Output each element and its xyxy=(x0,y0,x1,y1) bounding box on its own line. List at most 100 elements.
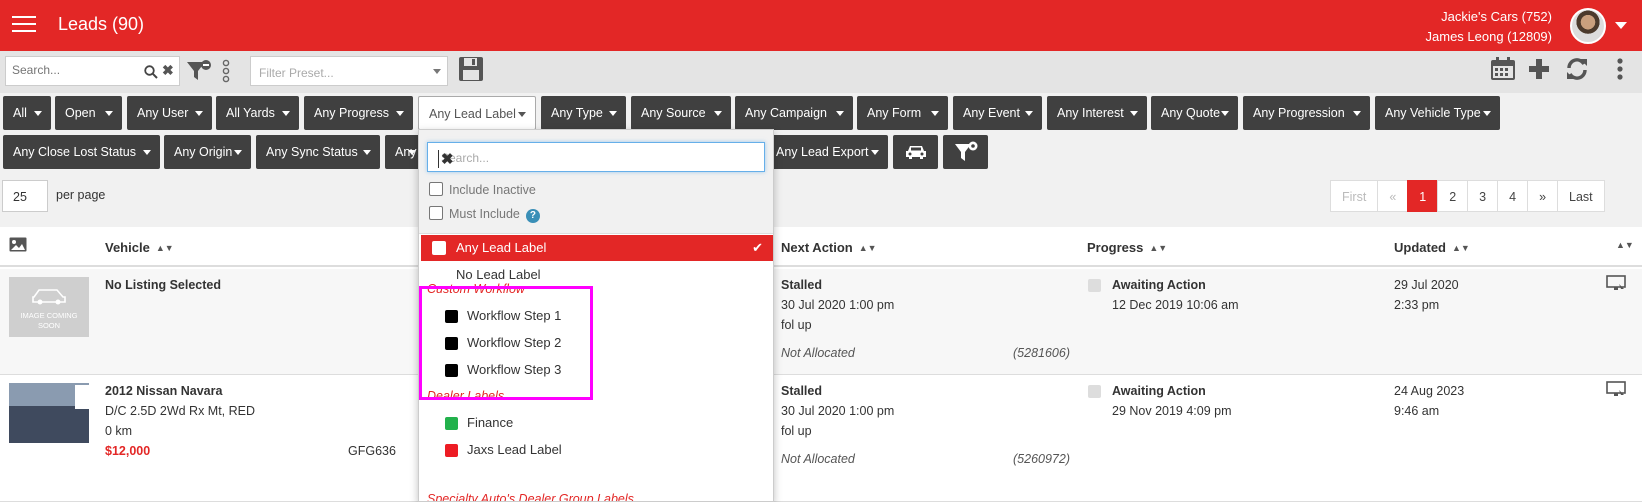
refresh-icon[interactable] xyxy=(1565,57,1589,81)
label-color-swatch xyxy=(445,444,458,457)
sort-icon[interactable]: ▲▼ xyxy=(156,243,174,253)
lead-id: (5260972) xyxy=(1013,452,1070,466)
per-page-input[interactable]: 25 xyxy=(2,180,48,212)
dropdown-search-input[interactable]: Search... ✖ xyxy=(427,142,765,172)
clear-icon[interactable]: ✖ xyxy=(162,63,174,77)
filter-form[interactable]: Any Form xyxy=(857,96,948,130)
filter-status[interactable]: All xyxy=(3,96,51,130)
filter-user[interactable]: Any User xyxy=(127,96,212,130)
page-title: Leads (90) xyxy=(58,14,145,34)
column-vehicle[interactable]: Vehicle ▲▼ xyxy=(105,240,174,255)
table-row[interactable]: 2012 Nissan Navara D/C 2.5D 2Wd Rx Mt, R… xyxy=(0,375,1642,502)
check-icon: ✔ xyxy=(752,240,763,255)
filter-campaign[interactable]: Any Campaign xyxy=(735,96,853,130)
filter-close-lost-status[interactable]: Any Close Lost Status xyxy=(3,135,160,169)
page-first[interactable]: First xyxy=(1330,180,1379,212)
page-4[interactable]: 4 xyxy=(1497,180,1529,212)
filter-yards[interactable]: All Yards xyxy=(216,96,299,130)
allocation-status: Not Allocated xyxy=(781,346,855,360)
monitor-icon[interactable] xyxy=(1606,275,1626,291)
search-icon[interactable] xyxy=(144,65,158,79)
vehicle-name[interactable]: No Listing Selected xyxy=(105,275,221,295)
column-progress[interactable]: Progress ▲▼ xyxy=(1087,240,1167,255)
filter-preset-placeholder: Filter Preset... xyxy=(259,66,334,80)
progress-status: Awaiting Action xyxy=(1112,384,1206,398)
save-icon[interactable] xyxy=(458,56,484,82)
page-last[interactable]: Last xyxy=(1557,180,1605,212)
vehicle-filter-button[interactable] xyxy=(893,135,938,169)
filter-clear-icon[interactable] xyxy=(186,59,212,83)
filter-origin[interactable]: Any Origin xyxy=(164,135,251,169)
progress-checkbox[interactable] xyxy=(1088,279,1101,292)
car-icon xyxy=(905,146,926,159)
calendar-icon[interactable] xyxy=(1490,57,1516,81)
car-placeholder-icon xyxy=(32,289,66,305)
filter-interest[interactable]: Any Interest xyxy=(1047,96,1147,130)
filter-lead-export[interactable]: Any Lead Export xyxy=(766,135,888,169)
page-1[interactable]: 1 xyxy=(1407,180,1439,212)
filter-type[interactable]: Any Type xyxy=(541,96,626,130)
page-next[interactable]: » xyxy=(1527,180,1559,212)
filter-vehicle-type[interactable]: Any Vehicle Type xyxy=(1375,96,1500,130)
vehicle-name[interactable]: 2012 Nissan Navara xyxy=(105,381,222,401)
vehicle-thumbnail[interactable]: IMAGE COMING SOON xyxy=(9,277,89,337)
sort-icon[interactable]: ▲▼ xyxy=(859,243,877,253)
vehicle-thumbnail[interactable] xyxy=(9,383,89,443)
filter-open[interactable]: Open xyxy=(55,96,122,130)
filter-event[interactable]: Any Event xyxy=(953,96,1042,130)
chevron-down-icon[interactable] xyxy=(1615,22,1627,29)
table-row[interactable]: IMAGE COMING SOON No Listing Selected St… xyxy=(0,269,1642,375)
help-icon[interactable]: ? xyxy=(525,209,540,223)
menu-icon[interactable] xyxy=(12,16,36,34)
highlight-box xyxy=(419,286,593,400)
next-action-date: 30 Jul 2020 1:00 pm xyxy=(781,404,895,418)
page-2[interactable]: 2 xyxy=(1437,180,1469,212)
next-action-status: Stalled xyxy=(781,278,822,292)
image-icon xyxy=(9,237,27,252)
advanced-filter-button[interactable] xyxy=(943,135,988,169)
filter-progress[interactable]: Any Progress xyxy=(304,96,413,130)
more-vertical-icon[interactable] xyxy=(1616,57,1624,81)
progress-date: 29 Nov 2019 4:09 pm xyxy=(1112,404,1232,418)
column-vehicle-label: Vehicle xyxy=(105,240,150,255)
filter-sync-status[interactable]: Any Sync Status xyxy=(256,135,380,169)
allocation-status: Not Allocated xyxy=(781,452,855,466)
label-color-swatch xyxy=(445,417,458,430)
page-3[interactable]: 3 xyxy=(1467,180,1499,212)
filter-progression[interactable]: Any Progression xyxy=(1243,96,1370,130)
include-inactive-checkbox[interactable] xyxy=(429,182,443,196)
filter-source[interactable]: Any Source xyxy=(631,96,731,130)
account-switcher[interactable]: Jackie's Cars (752) James Leong (12809) xyxy=(1426,7,1552,47)
page-prev[interactable]: « xyxy=(1377,180,1409,212)
vehicle-detail: D/C 2.5D 2Wd Rx Mt, RED xyxy=(105,404,256,418)
next-action-note: fol up xyxy=(781,318,812,332)
avatar[interactable] xyxy=(1570,8,1606,44)
column-updated[interactable]: Updated ▲▼ xyxy=(1394,240,1470,255)
add-icon[interactable] xyxy=(1528,58,1550,80)
vehicle-km: 0 km xyxy=(105,424,133,438)
filter-lead-label[interactable]: Any Lead Label xyxy=(418,96,536,130)
option-finance[interactable]: Finance xyxy=(421,410,773,436)
must-include-checkbox[interactable] xyxy=(429,206,443,220)
sort-icon[interactable]: ▲▼ xyxy=(1616,240,1634,250)
option-jaxs-lead-label[interactable]: Jaxs Lead Label xyxy=(421,437,773,463)
next-action-status: Stalled xyxy=(781,384,822,398)
next-action-note: fol up xyxy=(781,424,812,438)
progress-checkbox[interactable] xyxy=(1088,385,1101,398)
sort-icon[interactable]: ▲▼ xyxy=(1452,243,1470,253)
stock-number: GFG636 xyxy=(348,444,396,458)
sort-icon[interactable]: ▲▼ xyxy=(1149,243,1167,253)
column-updated-label: Updated xyxy=(1394,240,1446,255)
option-label: Any Lead Label xyxy=(456,240,547,255)
search-input[interactable] xyxy=(12,63,137,77)
search-field[interactable]: ✖ xyxy=(5,56,180,86)
column-next-action[interactable]: Next Action ▲▼ xyxy=(781,240,877,255)
option-any-lead-label[interactable]: Any Lead Label ✔ xyxy=(421,235,773,261)
pagination: First « 1 2 3 4 » Last xyxy=(1330,180,1605,212)
monitor-icon[interactable] xyxy=(1606,381,1626,397)
filter-quote[interactable]: Any Quote xyxy=(1151,96,1238,130)
clear-icon[interactable]: ✖ xyxy=(438,150,756,168)
filter-preset-select[interactable]: Filter Preset... xyxy=(250,56,448,86)
filter-settings-icon xyxy=(954,141,977,161)
more-vertical-icon[interactable] xyxy=(222,59,230,83)
